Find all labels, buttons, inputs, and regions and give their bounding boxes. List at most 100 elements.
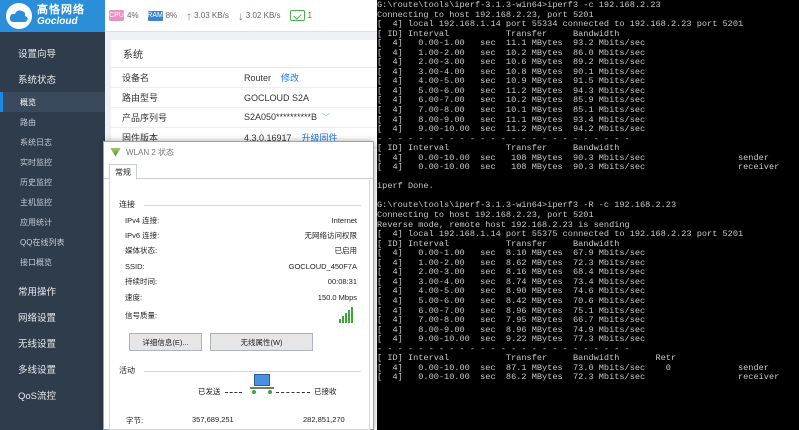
received-dash xyxy=(276,392,310,393)
row-label: SSID: xyxy=(125,261,145,271)
info-row-serial: 产品序列号 S2A050**********B ﹀ xyxy=(111,108,377,128)
dialog-tabs: 常规 xyxy=(104,162,373,180)
signal-bar xyxy=(339,319,341,323)
activity-group-label: 活动 xyxy=(119,366,135,375)
download-arrow-icon: ↓ xyxy=(237,8,244,23)
sidebar-setup-wizard[interactable]: 设置向导 xyxy=(0,40,105,66)
row-label: 速度: xyxy=(125,292,143,302)
bytes-label: 字节: xyxy=(126,416,144,425)
row-duration: 持续时间: 00:08:31 xyxy=(125,274,357,288)
model-value: GOCLOUD S2A xyxy=(244,92,310,103)
sidebar-wireless-settings[interactable]: 无线设置 xyxy=(0,330,105,356)
row-speed: 速度: 150.0 Mbps xyxy=(125,290,357,304)
ram-stat: RAM 8% xyxy=(147,10,178,21)
upload-stat: ↑ 3.03 KB/s xyxy=(186,9,229,23)
details-button[interactable]: 详细信息(E)... xyxy=(129,333,202,351)
sidebar-item-history-monitor[interactable]: 历史监控 xyxy=(0,172,105,192)
upload-arrow-icon: ↑ xyxy=(186,8,193,23)
dialog-titlebar[interactable]: WLAN 2 状态 xyxy=(104,142,373,162)
logo-cn: 高恪网络 xyxy=(37,3,85,16)
chevron-down-icon[interactable]: ﹀ xyxy=(322,113,330,122)
sent-label: 已发送 xyxy=(198,387,221,396)
row-label: 媒体状态: xyxy=(125,245,158,255)
clients-value: 1 xyxy=(307,11,312,20)
signal-bar xyxy=(348,310,350,323)
sidebar-common-ops[interactable]: 常用操作 xyxy=(0,278,105,304)
network-activity-icon xyxy=(248,374,276,398)
cpu-icon: CPU xyxy=(109,10,124,21)
sidebar-item-interface-overview[interactable]: 接口概览 xyxy=(0,252,105,272)
cpu-stat: CPU 4% xyxy=(109,10,139,21)
row-label: 信号质量: xyxy=(125,310,158,320)
row-ipv4: IPv4 连接: Internet xyxy=(125,213,357,227)
info-row-device-name: 设备名 Router 修改 xyxy=(111,68,377,88)
row-value: 00:08:31 xyxy=(327,276,357,286)
sent-dash xyxy=(225,392,242,393)
sidebar-item-overview[interactable]: 概览 xyxy=(0,92,105,112)
terminal-line: [ 4] 0.00-10.00 sec 108 MBytes 90.3 Mbit… xyxy=(377,162,780,173)
sidebar-item-app-stats[interactable]: 应用统计 xyxy=(0,212,105,232)
row-label: 持续时间: xyxy=(125,276,158,286)
sidebar-multiline-settings[interactable]: 多线设置 xyxy=(0,356,105,382)
sidebar-qos[interactable]: QoS流控 xyxy=(0,382,105,408)
status-strip: CPU 4% RAM 8% ↑ 3.03 KB/s ↓ 3.02 KB/s 1 xyxy=(105,0,377,32)
terminal-line: [ 4] 0.00-10.00 sec 86.2 MBytes 72.3 Mbi… xyxy=(377,372,780,383)
connection-group-label: 连接 xyxy=(119,200,135,209)
rename-link[interactable]: 修改 xyxy=(281,73,299,83)
dialog-title: WLAN 2 状态 xyxy=(126,147,175,157)
wireless-properties-button[interactable]: 无线属性(W) xyxy=(210,333,313,351)
download-value: 3.02 KB/s xyxy=(245,11,281,20)
serial-value: S2A050**********B xyxy=(244,112,318,122)
signal-strength-icon xyxy=(339,307,353,323)
logo-text: 高恪网络 Gocloud xyxy=(37,3,85,27)
device-name-value: Router xyxy=(244,73,272,83)
bytes-sent-value: 357,689,251 xyxy=(192,415,234,424)
row-signal: 信号质量: xyxy=(125,306,357,324)
info-value: Router 修改 xyxy=(244,71,299,84)
row-value: 无网络访问权限 xyxy=(304,230,358,240)
row-ipv6: IPv6 连接: 无网络访问权限 xyxy=(125,228,357,242)
terminal-output[interactable]: G:\route\tools\iperf-3.1.3-win64>iperf3 … xyxy=(377,0,799,430)
system-panel-title: 系统 xyxy=(111,40,377,68)
wlan-status-dialog: WLAN 2 状态 常规 连接 IPv4 连接: Internet IPv6 连… xyxy=(103,141,374,430)
logo-en: Gocloud xyxy=(37,15,78,27)
received-label: 已接收 xyxy=(314,387,337,396)
signal-bar xyxy=(345,313,347,323)
info-key: 路由型号 xyxy=(122,93,159,103)
sidebar-system-status[interactable]: 系统状态 xyxy=(0,66,105,92)
sidebar-item-realtime-monitor[interactable]: 实时监控 xyxy=(0,152,105,172)
ram-value: 8% xyxy=(165,11,178,20)
download-stat: ↓ 3.02 KB/s xyxy=(238,9,281,23)
clients-stat[interactable]: 1 xyxy=(289,10,312,21)
sidebar-item-host-monitor[interactable]: 主机监控 xyxy=(0,192,105,212)
row-value: GOCLOUD_450F7A xyxy=(288,261,357,271)
sidebar-network-settings[interactable]: 网络设置 xyxy=(0,304,105,330)
tab-general[interactable]: 常规 xyxy=(109,164,137,180)
group-divider xyxy=(144,205,361,206)
sidebar-item-system-log[interactable]: 系统日志 xyxy=(0,132,105,152)
group-divider xyxy=(144,371,361,372)
bytes-received-value: 282,851,270 xyxy=(303,415,345,424)
row-label: IPv6 连接: xyxy=(125,230,160,240)
info-value: S2A050**********B ﹀ xyxy=(244,112,330,123)
signal-bar xyxy=(351,307,353,323)
upload-value: 3.03 KB/s xyxy=(194,11,229,20)
row-label: IPv4 连接: xyxy=(125,215,160,225)
dialog-body: 连接 IPv4 连接: Internet IPv6 连接: 无网络访问权限 媒体… xyxy=(109,180,370,430)
info-key: 设备名 xyxy=(122,73,150,83)
info-row-model: 路由型号 GOCLOUD S2A xyxy=(111,88,377,108)
sidebar-item-route[interactable]: 路由 xyxy=(0,112,105,132)
ram-icon: RAM xyxy=(147,10,163,21)
gocloud-logo-icon xyxy=(6,3,32,29)
sidebar: 设置向导 系统状态 概览 路由 系统日志 实时监控 历史监控 主机监控 应用统计… xyxy=(0,32,105,430)
logo-bar: 高恪网络 Gocloud xyxy=(0,0,105,32)
row-media-state: 媒体状态: 已启用 xyxy=(125,243,357,257)
router-admin-window: 高恪网络 Gocloud CPU 4% RAM 8% ↑ 3.03 KB/s ↓… xyxy=(0,0,377,430)
row-value: 已启用 xyxy=(334,245,358,255)
row-value: 150.0 Mbps xyxy=(317,292,357,302)
row-value: Internet xyxy=(331,215,357,225)
row-ssid: SSID: GOCLOUD_450F7A xyxy=(125,259,357,273)
sidebar-item-qq-online[interactable]: QQ在线列表 xyxy=(0,232,105,252)
cpu-value: 4% xyxy=(127,11,139,20)
